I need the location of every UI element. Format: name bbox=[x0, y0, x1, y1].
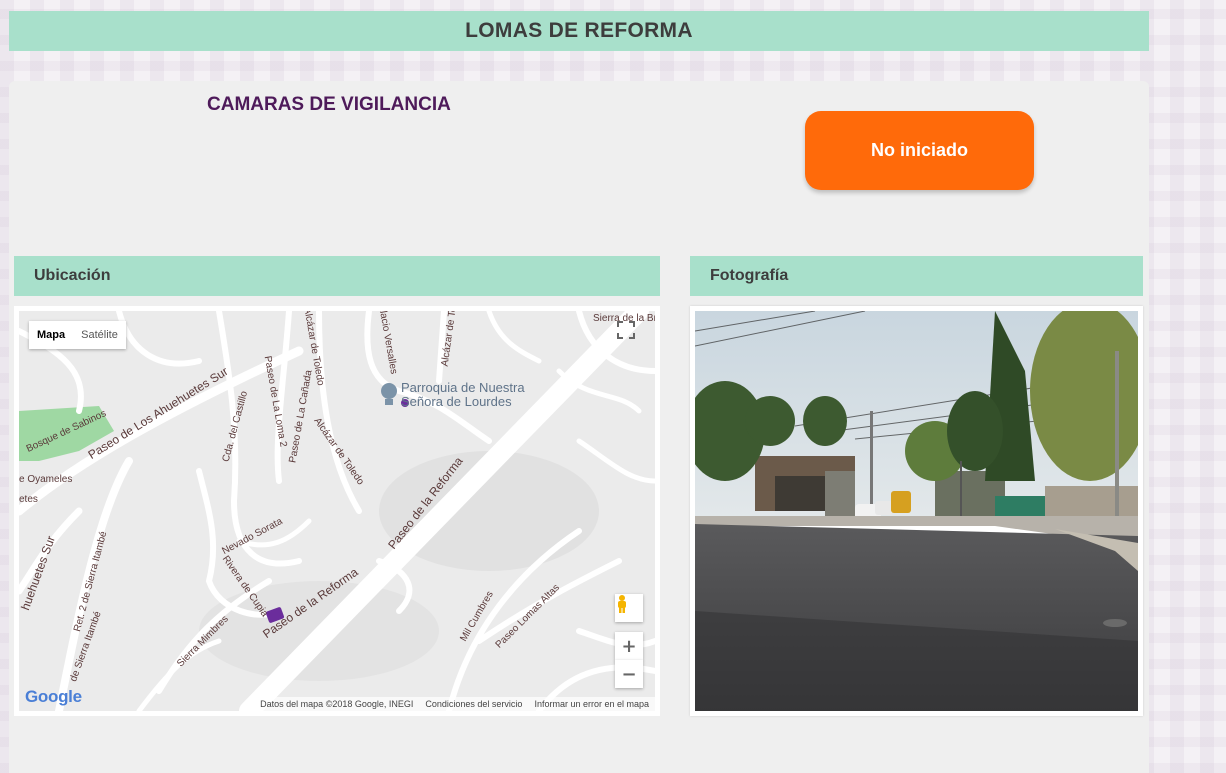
map-attribution: Datos del mapa ©2018 Google, INEGI Condi… bbox=[254, 697, 655, 711]
street-view-button[interactable] bbox=[615, 594, 643, 622]
page-title: LOMAS DE REFORMA bbox=[465, 19, 693, 42]
street-label: e Oyameles bbox=[19, 474, 73, 485]
zoom-in-button[interactable]: + bbox=[615, 632, 643, 660]
fullscreen-button[interactable] bbox=[617, 321, 645, 349]
map-data-credit: Datos del mapa ©2018 Google, INEGI bbox=[260, 699, 414, 709]
map-type-satellite-button[interactable]: Satélite bbox=[73, 321, 126, 349]
poi-label-line2: Señora de Lourdes bbox=[401, 394, 512, 409]
status-button[interactable]: No iniciado bbox=[805, 111, 1034, 190]
project-photo[interactable] bbox=[695, 311, 1138, 711]
page-title-bar: LOMAS DE REFORMA bbox=[9, 11, 1149, 51]
zoom-out-button[interactable]: − bbox=[615, 660, 643, 688]
photo-section-header: Fotografía bbox=[690, 256, 1143, 296]
map-type-control: Mapa Satélite bbox=[29, 321, 126, 349]
photo-container bbox=[690, 306, 1143, 716]
project-panel: CAMARAS DE VIGILANCIA No iniciado Ubicac… bbox=[9, 81, 1149, 773]
pegman-icon bbox=[618, 595, 626, 613]
poi-label-line1: Parroquia de Nuestra bbox=[401, 380, 525, 395]
project-name: CAMARAS DE VIGILANCIA bbox=[207, 94, 451, 115]
map-type-map-button[interactable]: Mapa bbox=[29, 321, 74, 349]
location-section-header: Ubicación bbox=[14, 256, 660, 296]
fullscreen-icon bbox=[617, 321, 635, 339]
terms-link[interactable]: Condiciones del servicio bbox=[425, 699, 522, 709]
map-canvas[interactable]: Parroquia de Nuestra Señora de Lourdes P… bbox=[19, 311, 655, 711]
map-roads bbox=[19, 311, 655, 711]
street-photo bbox=[695, 311, 1138, 711]
google-logo: Google bbox=[25, 687, 82, 706]
poi-label[interactable]: Parroquia de Nuestra Señora de Lourdes bbox=[401, 381, 525, 409]
report-error-link[interactable]: Informar un error en el mapa bbox=[534, 699, 649, 709]
street-label: etes bbox=[19, 494, 38, 505]
map-container: Parroquia de Nuestra Señora de Lourdes P… bbox=[14, 306, 660, 716]
